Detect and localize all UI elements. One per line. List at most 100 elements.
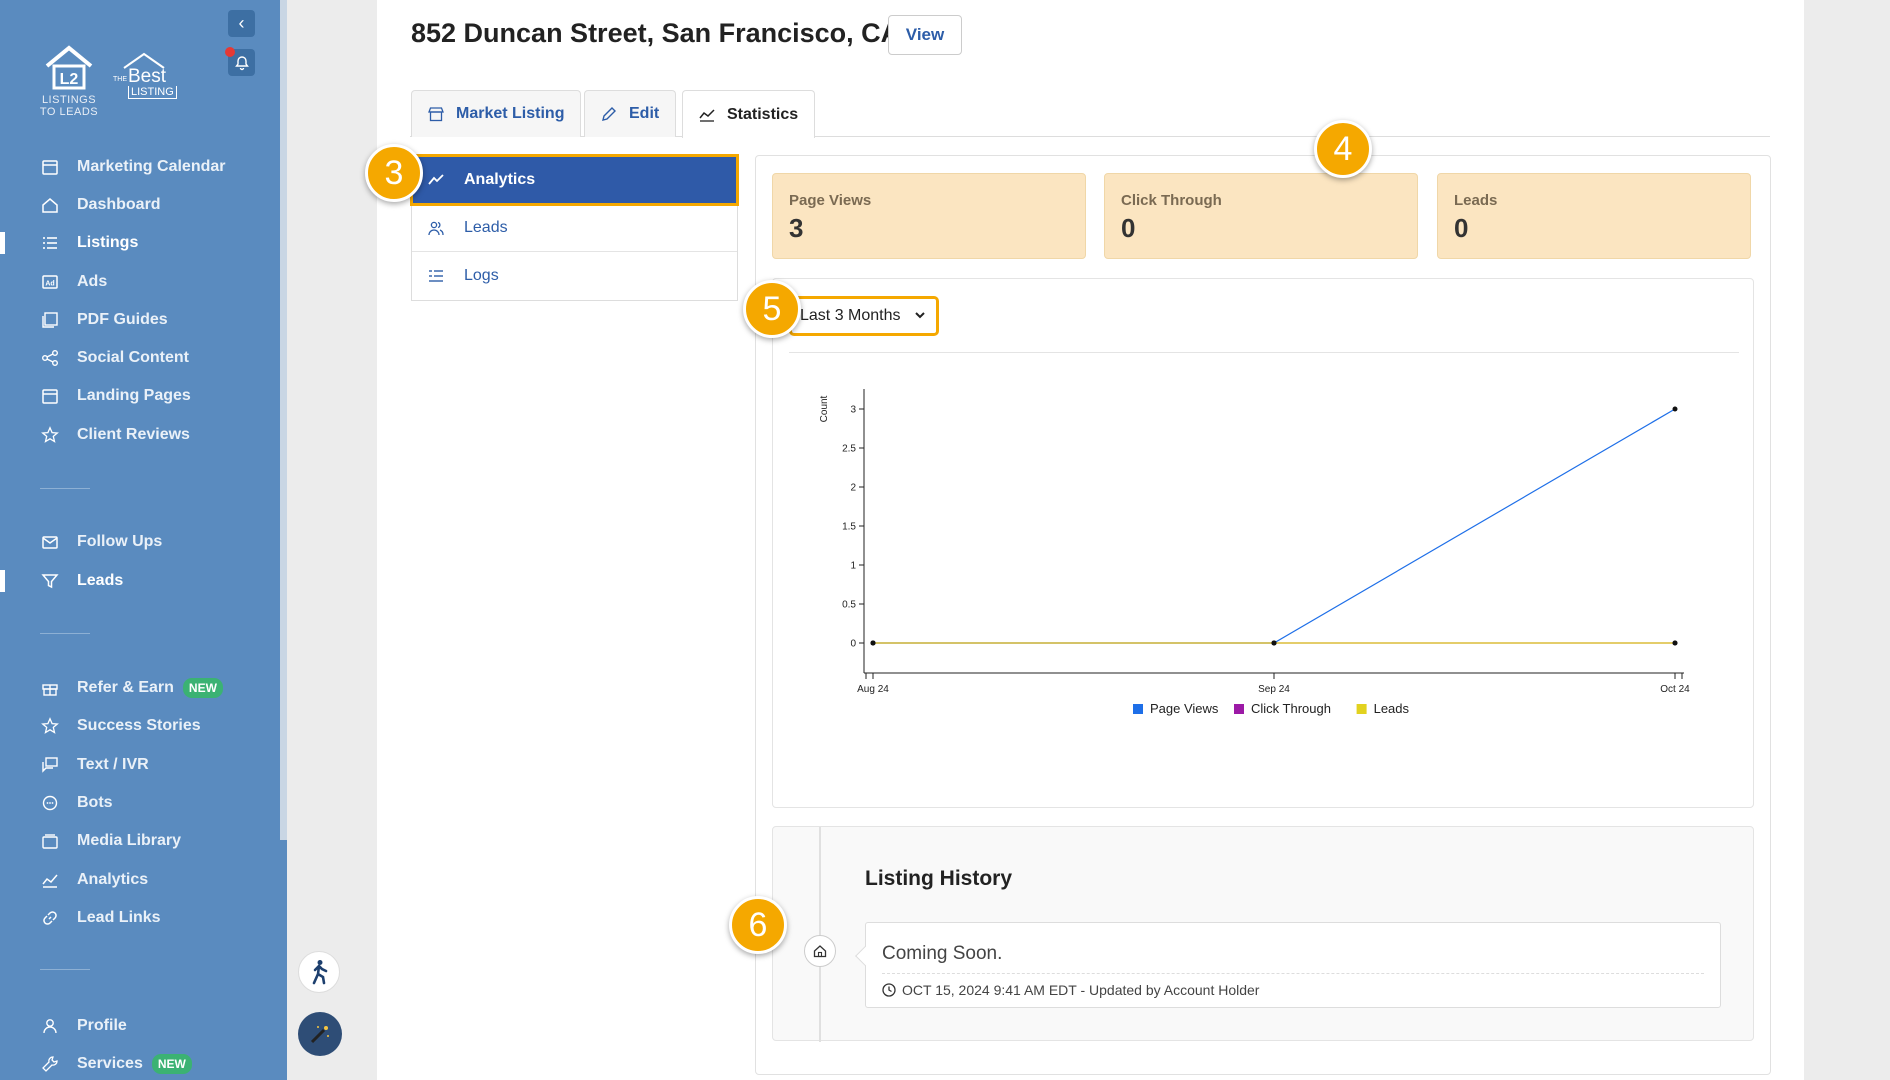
sidebar-item-profile[interactable]: Profile — [0, 1011, 270, 1041]
sidebar-item-label: Services — [77, 1055, 143, 1072]
listing-history-card: Listing History Coming Soon. OCT 15, 202… — [772, 826, 1754, 1042]
sidebar-item-label: Landing Pages — [77, 387, 191, 404]
stat-value: 3 — [789, 213, 804, 243]
sidebar-item-success-stories[interactable]: Success Stories — [0, 711, 270, 741]
magic-assistant-button[interactable] — [298, 1012, 342, 1056]
sidebar-item-marketing-calendar[interactable]: Marketing Calendar — [0, 152, 270, 182]
sidebar-item-social-content[interactable]: Social Content — [0, 343, 270, 373]
statistics-panel: Page Views 3 Click Through 0 Leads 0 Las… — [755, 155, 1771, 1075]
sidebar-item-label: Success Stories — [77, 717, 201, 734]
sidebar-divider — [40, 969, 90, 970]
legend-label: Click Through — [1251, 701, 1331, 716]
sidebar-item-label: PDF Guides — [77, 311, 168, 328]
share-icon — [40, 348, 60, 368]
house-logo-icon: L2 — [45, 45, 93, 90]
sidebar-item-dashboard[interactable]: Dashboard — [0, 190, 270, 220]
user-icon — [40, 1016, 60, 1036]
side-menu-leads[interactable]: Leads — [412, 204, 737, 252]
sidebar-item-label: Analytics — [77, 871, 149, 888]
tab-market-listing[interactable]: Market Listing — [411, 90, 582, 137]
statistics-side-menu: Analytics Leads Logs — [410, 154, 739, 301]
ad-icon: Ad — [40, 272, 60, 292]
legend-swatch — [1133, 704, 1143, 714]
chart-line-icon — [699, 107, 715, 123]
step-marker: 6 — [729, 896, 787, 954]
store-icon — [428, 106, 444, 122]
bell-icon — [234, 55, 249, 70]
sidebar-item-bots[interactable]: Bots — [0, 788, 270, 818]
filter-icon — [40, 571, 60, 591]
window-icon — [40, 386, 60, 406]
x-tick-label: Aug 24 — [857, 684, 889, 695]
pdf-icon — [40, 310, 60, 330]
listings-to-leads-logo[interactable]: L2 LISTINGS TO LEADS — [38, 44, 100, 118]
side-menu-logs[interactable]: Logs — [412, 252, 737, 300]
collapse-sidebar-button[interactable]: ‹ — [228, 10, 255, 37]
sidebar-item-label: Dashboard — [77, 196, 161, 213]
stat-card-page-views: Page Views 3 — [772, 173, 1086, 259]
side-menu-analytics[interactable]: Analytics — [410, 154, 739, 206]
tab-edit[interactable]: Edit — [584, 90, 677, 137]
sidebar-item-label: Ads — [77, 273, 108, 290]
stat-value: 0 — [1121, 213, 1136, 243]
sidebar-scrollbar[interactable] — [280, 0, 287, 840]
sidebar-divider — [40, 633, 90, 634]
side-menu-label: Analytics — [464, 170, 536, 188]
wrench-icon — [40, 1054, 60, 1074]
sidebar-divider — [40, 488, 90, 489]
sidebar-item-analytics[interactable]: Analytics — [0, 865, 270, 895]
logo-listing-text: LISTING — [128, 86, 177, 99]
tab-label: Statistics — [727, 105, 799, 123]
calendar-icon — [40, 157, 60, 177]
view-button[interactable]: View — [888, 15, 962, 55]
sidebar-item-text-ivr[interactable]: Text / IVR — [0, 750, 270, 780]
sidebar-item-leads[interactable]: Leads — [0, 566, 270, 596]
stat-value: 0 — [1454, 213, 1469, 243]
step-marker: 4 — [1314, 120, 1372, 178]
y-axis-label: Count — [819, 395, 830, 422]
svg-text:Ad: Ad — [45, 281, 54, 288]
accessibility-button[interactable] — [298, 951, 340, 993]
entry-pointer — [855, 946, 875, 966]
sidebar-item-client-reviews[interactable]: Client Reviews — [0, 420, 270, 450]
sidebar-item-services[interactable]: Services NEW — [0, 1049, 270, 1079]
new-badge: NEW — [182, 678, 223, 698]
sidebar-item-listings[interactable]: Listings — [0, 228, 270, 258]
link-icon — [40, 908, 60, 928]
logo-best-text: Best — [128, 66, 167, 87]
magic-wand-icon — [310, 1026, 329, 1044]
sidebar-item-lead-links[interactable]: Lead Links — [0, 903, 270, 933]
sidebar-item-media-library[interactable]: Media Library — [0, 826, 270, 856]
gift-icon — [40, 678, 60, 698]
sidebar-item-label: Leads — [77, 572, 124, 589]
notification-dot — [225, 47, 235, 57]
best-listing-logo[interactable]: THE Best LISTING — [112, 52, 177, 102]
tab-statistics[interactable]: Statistics — [682, 90, 816, 138]
step-marker: 3 — [365, 144, 423, 202]
stat-card-leads: Leads 0 — [1437, 173, 1751, 259]
logo-primary-text: LISTINGS TO LEADS — [39, 94, 99, 118]
history-entry-text: Coming Soon. — [882, 943, 1704, 974]
date-range-select[interactable]: Last 3 Months — [789, 296, 939, 336]
data-point — [870, 640, 876, 646]
y-tick-label: 1 — [850, 561, 856, 572]
notifications-button[interactable] — [225, 47, 255, 76]
sidebar-item-follow-ups[interactable]: Follow Ups — [0, 527, 270, 557]
new-badge: NEW — [151, 1054, 192, 1074]
pencil-icon — [601, 106, 617, 122]
sidebar-item-label: Lead Links — [77, 909, 161, 926]
stat-card-click-through: Click Through 0 — [1104, 173, 1418, 259]
home-icon — [40, 195, 60, 215]
sidebar-item-pdf-guides[interactable]: PDF Guides — [0, 305, 270, 335]
sidebar-item-landing-pages[interactable]: Landing Pages — [0, 381, 270, 411]
sidebar-item-ads[interactable]: Ad Ads — [0, 267, 270, 297]
sidebar-item-label: Follow Ups — [77, 533, 163, 550]
date-range-value: Last 3 Months — [800, 307, 901, 324]
sidebar-item-refer-earn[interactable]: Refer & Earn NEW — [0, 673, 270, 703]
tab-label: Market Listing — [456, 105, 565, 122]
statistics-line-chart: Count 0 0.5 1 1.5 2 2.5 3 Aug 24 Sep 24 Oct 24 Page… — [819, 389, 1690, 716]
logs-icon — [428, 268, 446, 284]
legend-swatch — [1234, 704, 1244, 714]
y-tick-label: 1.5 — [842, 522, 856, 533]
svg-text:L2: L2 — [60, 71, 79, 88]
